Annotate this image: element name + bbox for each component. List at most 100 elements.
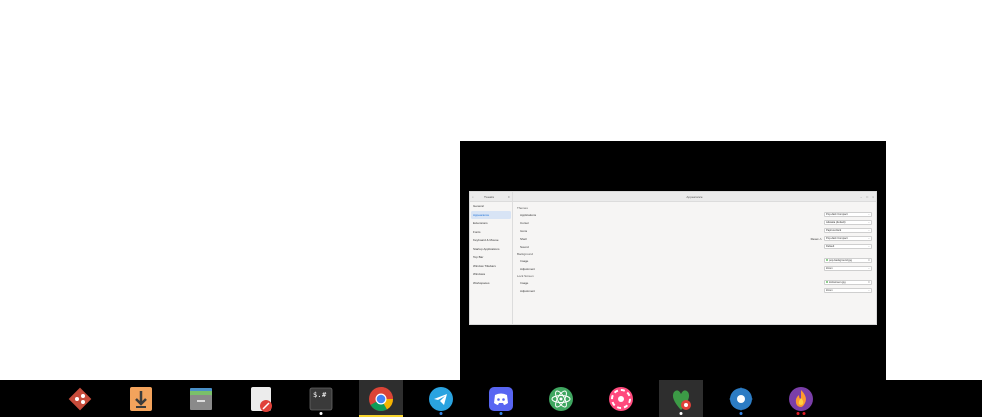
download-icon	[130, 386, 152, 411]
chevron-down-icon: ⌄	[867, 221, 870, 224]
sidebar-item-window-titlebars[interactable]: Window Titlebars	[471, 262, 511, 271]
running-indicator-multiple	[796, 412, 806, 415]
chevron-down-icon: ⌄	[867, 229, 870, 232]
sidebar: General Appearance Extensions Fonts Keyb…	[470, 202, 513, 324]
reset-label: Reset	[810, 237, 819, 241]
dropdown-value: Adwaita (default)	[826, 221, 846, 224]
shell-theme-dropdown[interactable]: Pop-dark Compact ⌄	[824, 236, 872, 241]
chevron-down-icon: ⌄	[867, 267, 870, 270]
dropdown-value: Papirus-Dark	[826, 229, 842, 232]
theme-row-sound: Sound Default ⌄	[517, 243, 872, 251]
running-indicator	[499, 412, 503, 415]
sidebar-header: ⌕ Tweaks ≡	[470, 192, 513, 202]
svg-text:$.: $.	[313, 391, 321, 399]
terminal-icon: $. #	[309, 387, 333, 410]
theme-row-icons: Icons Papirus-Dark ⌄	[517, 227, 872, 235]
dock-item-downloader[interactable]	[119, 380, 163, 417]
dock-item-terminal[interactable]: $. #	[299, 380, 343, 417]
dropdown-value: Default	[826, 245, 835, 248]
sidebar-item-fonts[interactable]: Fonts	[471, 228, 511, 237]
dock-item-chrome[interactable]	[359, 380, 403, 417]
maximize-icon[interactable]: □	[866, 195, 868, 199]
row-label: Sound	[520, 245, 529, 249]
image-file-icon	[826, 281, 828, 284]
theme-row-shell: Shell Reset ⚠ Pop-dark Compact ⌄	[517, 235, 872, 243]
window-title: Appearance	[686, 195, 703, 199]
minimize-icon[interactable]: –	[860, 195, 862, 199]
screenshot-preview: ⌕ Tweaks ≡ Appearance – □ × General Appe…	[460, 141, 886, 381]
header-bar: Appearance – □ ×	[513, 192, 876, 202]
sound-theme-dropdown[interactable]: Default ⌄	[824, 244, 872, 249]
lockscreen-image-chooser[interactable]: lockscreen.jpg ⇕	[824, 280, 872, 285]
theme-row-applications: Applications Pop-dark Compact ⌄	[517, 211, 872, 219]
sidebar-item-keyboard-mouse[interactable]: Keyboard & Mouse	[471, 236, 511, 245]
git-client-icon	[68, 387, 92, 410]
warning-icon: ⚠	[819, 237, 822, 241]
dock-item-tweaks[interactable]	[659, 380, 703, 417]
running-indicator	[319, 412, 323, 415]
shell-reset-button[interactable]: Reset ⚠	[811, 237, 822, 241]
dock-item-telegram[interactable]	[419, 380, 463, 417]
chevron-down-icon: ⌄	[867, 289, 870, 292]
dock-item-archive-manager[interactable]	[179, 380, 223, 417]
sidebar-title: Tweaks	[484, 195, 495, 199]
dropdown-value: Zoom	[826, 289, 833, 292]
row-label: Adjustment	[520, 289, 536, 293]
chevron-down-icon: ⌄	[867, 245, 870, 248]
file-chooser-icon: ⇕	[867, 259, 870, 262]
discord-icon	[489, 386, 513, 411]
background-row-adjustment: Adjustment Zoom ⌄	[517, 265, 872, 273]
row-label: Cursor	[520, 221, 530, 225]
menu-icon[interactable]: ≡	[508, 195, 510, 199]
cursor-theme-dropdown[interactable]: Adwaita (default) ⌄	[824, 220, 872, 225]
dock-item-atom[interactable]	[539, 380, 583, 417]
sidebar-item-startup-applications[interactable]: Startup Applications	[471, 245, 511, 254]
background-image-chooser[interactable]: pop-background.jpg ⇕	[824, 258, 872, 263]
sidebar-item-windows[interactable]: Windows	[471, 270, 511, 279]
icons-theme-dropdown[interactable]: Papirus-Dark ⌄	[824, 228, 872, 233]
row-label: Icons	[520, 229, 528, 233]
chevron-down-icon: ⌄	[867, 213, 870, 216]
chevron-down-icon: ⌄	[867, 237, 870, 240]
sidebar-item-extensions[interactable]: Extensions	[471, 219, 511, 228]
dock-item-text-editor[interactable]	[239, 380, 283, 417]
lockscreen-row-image: Image lockscreen.jpg ⇕	[517, 279, 872, 287]
dock-item-screenshot-tool[interactable]	[599, 380, 643, 417]
sidebar-item-appearance[interactable]: Appearance	[471, 210, 511, 219]
text-editor-icon	[251, 386, 272, 412]
lockscreen-adjustment-dropdown[interactable]: Zoom ⌄	[824, 288, 872, 293]
dropdown-value: Pop-dark Compact	[826, 237, 848, 240]
running-indicator	[739, 412, 743, 415]
close-icon[interactable]: ×	[872, 195, 874, 199]
sidebar-item-workspaces[interactable]: Workspaces	[471, 279, 511, 288]
sidebar-item-top-bar[interactable]: Top Bar	[471, 253, 511, 262]
dock-item-settings[interactable]	[719, 380, 763, 417]
sidebar-item-general[interactable]: General	[471, 202, 511, 211]
dock: $. #	[0, 380, 982, 417]
file-name: pop-background.jpg	[829, 259, 852, 262]
running-indicator	[439, 412, 443, 415]
applications-theme-dropdown[interactable]: Pop-dark Compact ⌄	[824, 212, 872, 217]
row-label: Adjustment	[520, 267, 536, 271]
telegram-icon	[429, 386, 453, 411]
file-name: lockscreen.jpg	[829, 281, 846, 284]
file-chooser-icon: ⇕	[867, 281, 870, 284]
hydrogen-icon	[789, 386, 813, 411]
archive-icon	[190, 387, 212, 410]
running-indicator	[679, 412, 683, 415]
row-label: Applications	[520, 213, 537, 217]
atom-icon	[549, 386, 573, 411]
row-label: Shell	[520, 237, 527, 241]
dock-item-discord[interactable]	[479, 380, 523, 417]
search-icon[interactable]: ⌕	[472, 195, 474, 199]
dock-item-git-client[interactable]	[58, 380, 102, 417]
lockscreen-row-adjustment: Adjustment Zoom ⌄	[517, 287, 872, 295]
background-adjustment-dropdown[interactable]: Zoom ⌄	[824, 266, 872, 271]
dropdown-value: Pop-dark Compact	[826, 213, 848, 216]
screenshot-tool-icon	[609, 386, 633, 411]
tweaks-icon	[672, 389, 691, 410]
dock-item-hydrogen[interactable]	[779, 380, 823, 417]
background-row-image: Image pop-background.jpg ⇕	[517, 257, 872, 265]
tweaks-window: ⌕ Tweaks ≡ Appearance – □ × General Appe…	[469, 191, 877, 325]
row-label: Image	[520, 281, 529, 285]
